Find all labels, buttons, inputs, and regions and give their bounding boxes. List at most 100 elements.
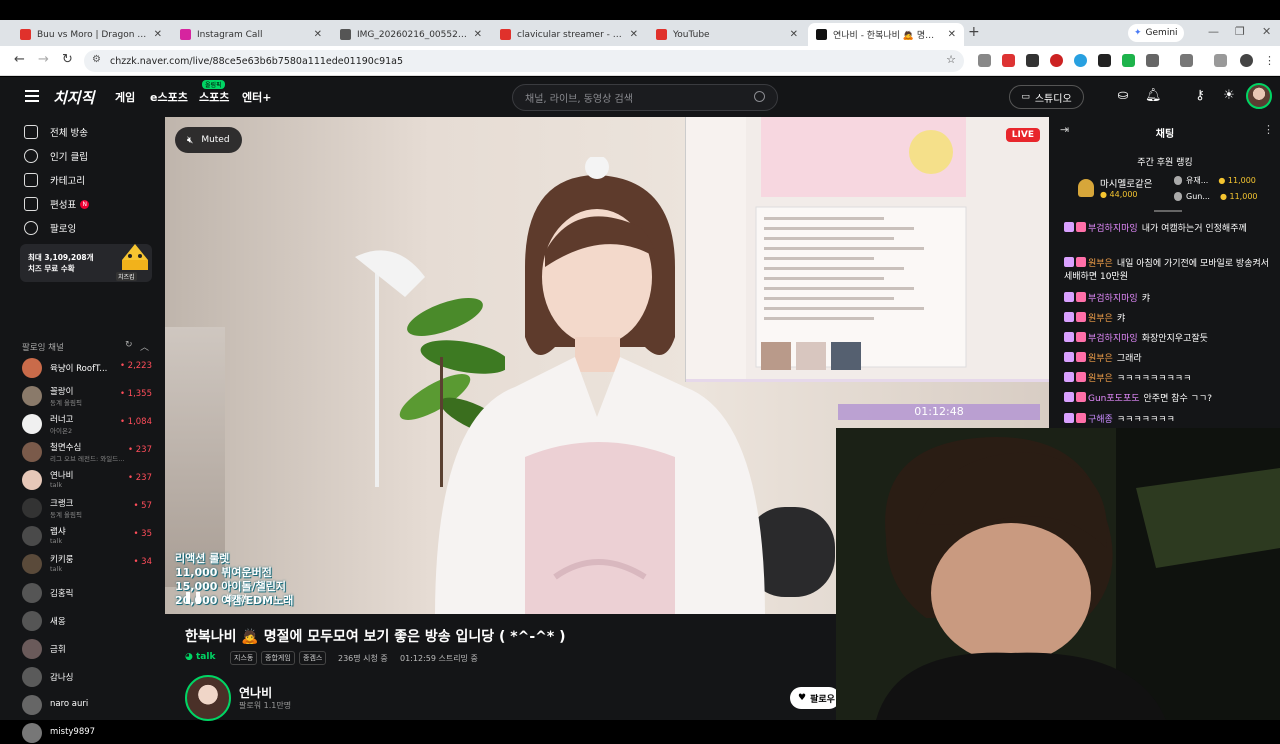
- tab-close-icon[interactable]: ✕: [790, 29, 798, 40]
- cheese-promo-banner[interactable]: 최대 3,109,208개 치즈 무료 수확 치즈킵: [20, 244, 152, 282]
- tab-close-icon[interactable]: ✕: [314, 29, 322, 40]
- channel-category: talk: [50, 481, 63, 489]
- sidebar-item-popular-clips[interactable]: 인기 클립: [24, 149, 88, 163]
- minimize-icon[interactable]: —: [1208, 25, 1219, 38]
- forward-arrow-icon[interactable]: →: [38, 52, 49, 67]
- channel-name[interactable]: 연나비: [239, 684, 272, 701]
- following-channel-item[interactable]: 연나비 talk • 237: [22, 469, 152, 491]
- close-window-icon[interactable]: ✕: [1262, 25, 1271, 38]
- tab-close-icon[interactable]: ✕: [474, 29, 482, 40]
- profile-avatar-icon[interactable]: [1240, 54, 1253, 67]
- following-channel-item[interactable]: 김홍릭: [22, 582, 152, 604]
- chat-nickname[interactable]: 원부은: [1088, 374, 1113, 384]
- following-channel-item[interactable]: 크랭크 동계 올림픽 • 57: [22, 497, 152, 519]
- chat-nickname[interactable]: 원부은: [1088, 314, 1113, 324]
- chat-nickname[interactable]: 부검하지마잉: [1088, 224, 1138, 234]
- studio-button[interactable]: ▭ 스튜디오: [1009, 85, 1084, 109]
- extensions-puzzle-icon[interactable]: [1146, 54, 1159, 67]
- tag[interactable]: 종합게임: [261, 651, 295, 665]
- following-channel-item[interactable]: 금휘: [22, 638, 152, 660]
- browser-tab[interactable]: IMG_20260216_005522_014.jpg ✕: [332, 23, 490, 46]
- chat-nickname[interactable]: 부검하지마잉: [1088, 294, 1138, 304]
- cheese-icon[interactable]: ⛀: [1115, 88, 1131, 104]
- chat-nickname[interactable]: 부검하지마잉: [1088, 334, 1138, 344]
- sidebar-item-following[interactable]: 팔로잉: [24, 221, 76, 235]
- tag[interactable]: 종겜스: [299, 651, 327, 665]
- sidebar-item-category[interactable]: 카테고리: [24, 173, 85, 187]
- sidebar-item-all-live[interactable]: 전체 방송: [24, 125, 88, 139]
- browser-tab[interactable]: Buu vs Moro | Dragon Ball The ✕: [12, 23, 170, 46]
- browser-tab[interactable]: clavicular streamer - YouTube ✕: [492, 23, 646, 46]
- ranking-second[interactable]: 유재... ● 11,000: [1174, 175, 1256, 186]
- chat-nickname[interactable]: 구해종: [1088, 415, 1113, 425]
- nav-esports[interactable]: e스포츠: [150, 89, 188, 105]
- following-channel-item[interactable]: 꼴랑이 동계 올림픽 • 1,355: [22, 385, 152, 407]
- nav-sports[interactable]: 스포츠: [199, 89, 229, 105]
- following-channel-item[interactable]: misty9897: [22, 722, 152, 744]
- browser-tab-strip: Buu vs Moro | Dragon Ball The✕Instagram …: [0, 20, 1280, 46]
- follow-button[interactable]: ♥ 팔로우: [790, 687, 840, 709]
- following-channel-item[interactable]: 철면수심 리그 오브 레전드: 와일드... • 237: [22, 441, 152, 463]
- extension-icon-2[interactable]: [1002, 54, 1015, 67]
- extension-icon-6[interactable]: [1098, 54, 1111, 67]
- extension-icon-3[interactable]: [1026, 54, 1039, 67]
- maximize-icon[interactable]: ❐: [1235, 25, 1245, 38]
- cast-icon[interactable]: [1180, 54, 1193, 67]
- collapse-chevron-icon[interactable]: ︿: [140, 340, 149, 353]
- back-arrow-icon[interactable]: ←: [14, 52, 25, 67]
- download-icon[interactable]: [1214, 54, 1227, 67]
- search-icon[interactable]: [754, 91, 765, 102]
- chat-menu-icon[interactable]: ⋮: [1263, 123, 1274, 136]
- hamburger-menu-icon[interactable]: [25, 90, 39, 102]
- following-channel-item[interactable]: 감나싱: [22, 666, 152, 688]
- nav-game[interactable]: 게임: [115, 89, 135, 105]
- following-channel-item[interactable]: 키키룽 talk • 34: [22, 553, 152, 575]
- gemini-button[interactable]: ✦ Gemini: [1128, 24, 1184, 42]
- broadcast-icon: [24, 125, 38, 139]
- extension-icon-1[interactable]: [978, 54, 991, 67]
- extension-icon-5[interactable]: [1074, 54, 1087, 67]
- new-tab-button[interactable]: +: [968, 24, 980, 40]
- sidebar-label: 인기 클립: [50, 152, 88, 163]
- unmute-button[interactable]: 🔇︎ Muted: [175, 127, 242, 153]
- site-logo[interactable]: 치지직: [53, 87, 94, 108]
- chat-nickname[interactable]: 원부은: [1088, 354, 1113, 364]
- theme-sun-icon[interactable]: ☀: [1221, 88, 1237, 104]
- chat-nickname[interactable]: 원부은: [1088, 259, 1113, 269]
- tab-close-icon[interactable]: ✕: [154, 29, 162, 40]
- following-channel-item[interactable]: 육냥이 RoofT... • 2,223: [22, 357, 152, 379]
- menu-kebab-icon[interactable]: ⋮: [1264, 54, 1277, 67]
- browser-tab[interactable]: Instagram Call ✕: [172, 23, 330, 46]
- channel-avatar[interactable]: [185, 675, 231, 721]
- nav-enter[interactable]: 엔터+: [242, 89, 271, 105]
- extension-icon-4[interactable]: [1050, 54, 1063, 67]
- following-channel-item[interactable]: 랩샤 talk • 35: [22, 525, 152, 547]
- browser-tab[interactable]: 연나비 - 한복나비 🙇 명절에 모 ✕: [808, 23, 964, 46]
- overlay-line: 11,000 뷔여운버전: [175, 566, 272, 579]
- talk-icon: ◕: [185, 652, 193, 662]
- tab-close-icon[interactable]: ✕: [630, 29, 638, 40]
- sidebar-item-schedule[interactable]: 편성표 N: [24, 197, 90, 211]
- extension-icon-7[interactable]: [1122, 54, 1135, 67]
- site-info-icon[interactable]: ⚙: [92, 54, 101, 65]
- tag[interactable]: 지스동: [230, 651, 258, 665]
- key-icon[interactable]: ⚷: [1192, 88, 1208, 104]
- ranking-third[interactable]: Gun... ● 11,000: [1174, 192, 1258, 201]
- channel-viewers: • 2,223: [119, 361, 152, 371]
- chat-badge-icon: [1064, 392, 1074, 402]
- tab-close-icon[interactable]: ✕: [948, 29, 956, 40]
- following-channel-item[interactable]: 러너고 아이온2 • 1,084: [22, 413, 152, 435]
- following-channel-item[interactable]: 새옹: [22, 610, 152, 632]
- pause-icon[interactable]: ❚❚: [183, 590, 203, 604]
- chat-nickname[interactable]: Gun포도포도: [1088, 394, 1140, 404]
- notification-bell-icon[interactable]: 🔔︎: [1145, 88, 1162, 104]
- url-field[interactable]: ⚙ chzzk.naver.com/live/88ce5e63b6b7580a1…: [84, 50, 964, 72]
- search-input[interactable]: 채널, 라이브, 동영상 검색: [512, 84, 778, 111]
- user-avatar[interactable]: [1246, 83, 1272, 109]
- browser-tab[interactable]: YouTube ✕: [648, 23, 806, 46]
- refresh-icon[interactable]: ↻: [125, 340, 133, 350]
- following-channel-item[interactable]: naro auri: [22, 694, 152, 716]
- category-talk-link[interactable]: ◕ talk: [185, 652, 215, 662]
- bookmark-star-icon[interactable]: ☆: [946, 53, 956, 66]
- reload-icon[interactable]: ↻: [62, 52, 73, 67]
